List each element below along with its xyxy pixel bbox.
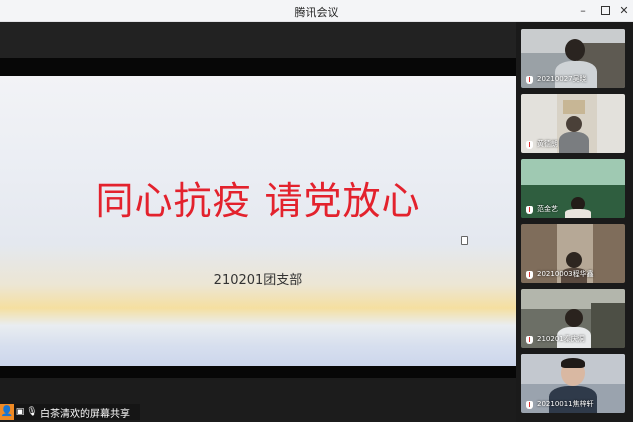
title-bar: 腾讯会议 – ✕ (0, 0, 633, 22)
maximize-icon (600, 5, 610, 15)
video-tile[interactable]: 20210027吴晓 (521, 29, 625, 88)
participant-head (565, 309, 583, 327)
microphone-muted-icon (526, 271, 533, 279)
mouse-cursor-icon (461, 236, 468, 245)
window-title: 腾讯会议 (294, 6, 339, 19)
user-icon: 👤 (0, 404, 14, 420)
video-tile[interactable]: 20210003程华鑫 (521, 224, 625, 283)
share-label: 白茶清欢的屏幕共享 (40, 408, 130, 420)
slide-band-bottom (0, 366, 516, 378)
video-tile[interactable]: 范金艺 (521, 159, 625, 218)
shared-screen[interactable]: 同心抗疫 请党放心 210201团支部 (0, 22, 516, 422)
participant-name: 210201秦庆洞 (537, 335, 585, 343)
participant-body (565, 209, 591, 218)
participant-body (559, 132, 589, 153)
participant-video-list: 20210027吴晓 黄德朗 范金艺 20210003程华鑫 210201秦庆洞 (516, 22, 633, 422)
participant-name: 20210003程华鑫 (537, 270, 594, 278)
minimize-button[interactable]: – (573, 2, 593, 20)
close-button[interactable]: ✕ (614, 2, 633, 20)
microphone-muted-icon (526, 206, 533, 214)
participant-name: 范金艺 (537, 205, 558, 213)
participant-head (565, 39, 585, 61)
microphone-muted-icon (526, 401, 533, 409)
video-tile[interactable]: 黄德朗 (521, 94, 625, 153)
camera-background (591, 303, 625, 348)
screen-share-icon: ▣ (15, 407, 25, 417)
slide-slogan: 同心抗疫 请党放心 (95, 179, 421, 223)
camera-background (521, 159, 625, 185)
microphone-muted-icon (526, 336, 533, 344)
participant-name: 黄德朗 (537, 140, 558, 148)
screen-share-indicator[interactable]: 👤 ▣ 🎙 白茶清欢的屏幕共享 (0, 404, 140, 420)
participant-name: 20210027吴晓 (537, 75, 587, 83)
video-tile[interactable]: 20210011焦梓轩 (521, 354, 625, 413)
letterbox-top (0, 22, 516, 58)
microphone-muted-icon (526, 76, 533, 84)
microphone-muted-icon (526, 141, 533, 149)
participant-hair (561, 358, 585, 368)
slide-department: 210201团支部 (213, 273, 303, 288)
video-tile[interactable]: 210201秦庆洞 (521, 289, 625, 348)
maximize-button[interactable] (595, 2, 615, 20)
participant-head (566, 116, 582, 132)
participant-name: 20210011焦梓轩 (537, 400, 594, 408)
microphone-icon: 🎙 (26, 407, 38, 417)
camera-background (563, 100, 585, 114)
participant-head (566, 252, 582, 268)
slide-band-top (0, 58, 516, 76)
